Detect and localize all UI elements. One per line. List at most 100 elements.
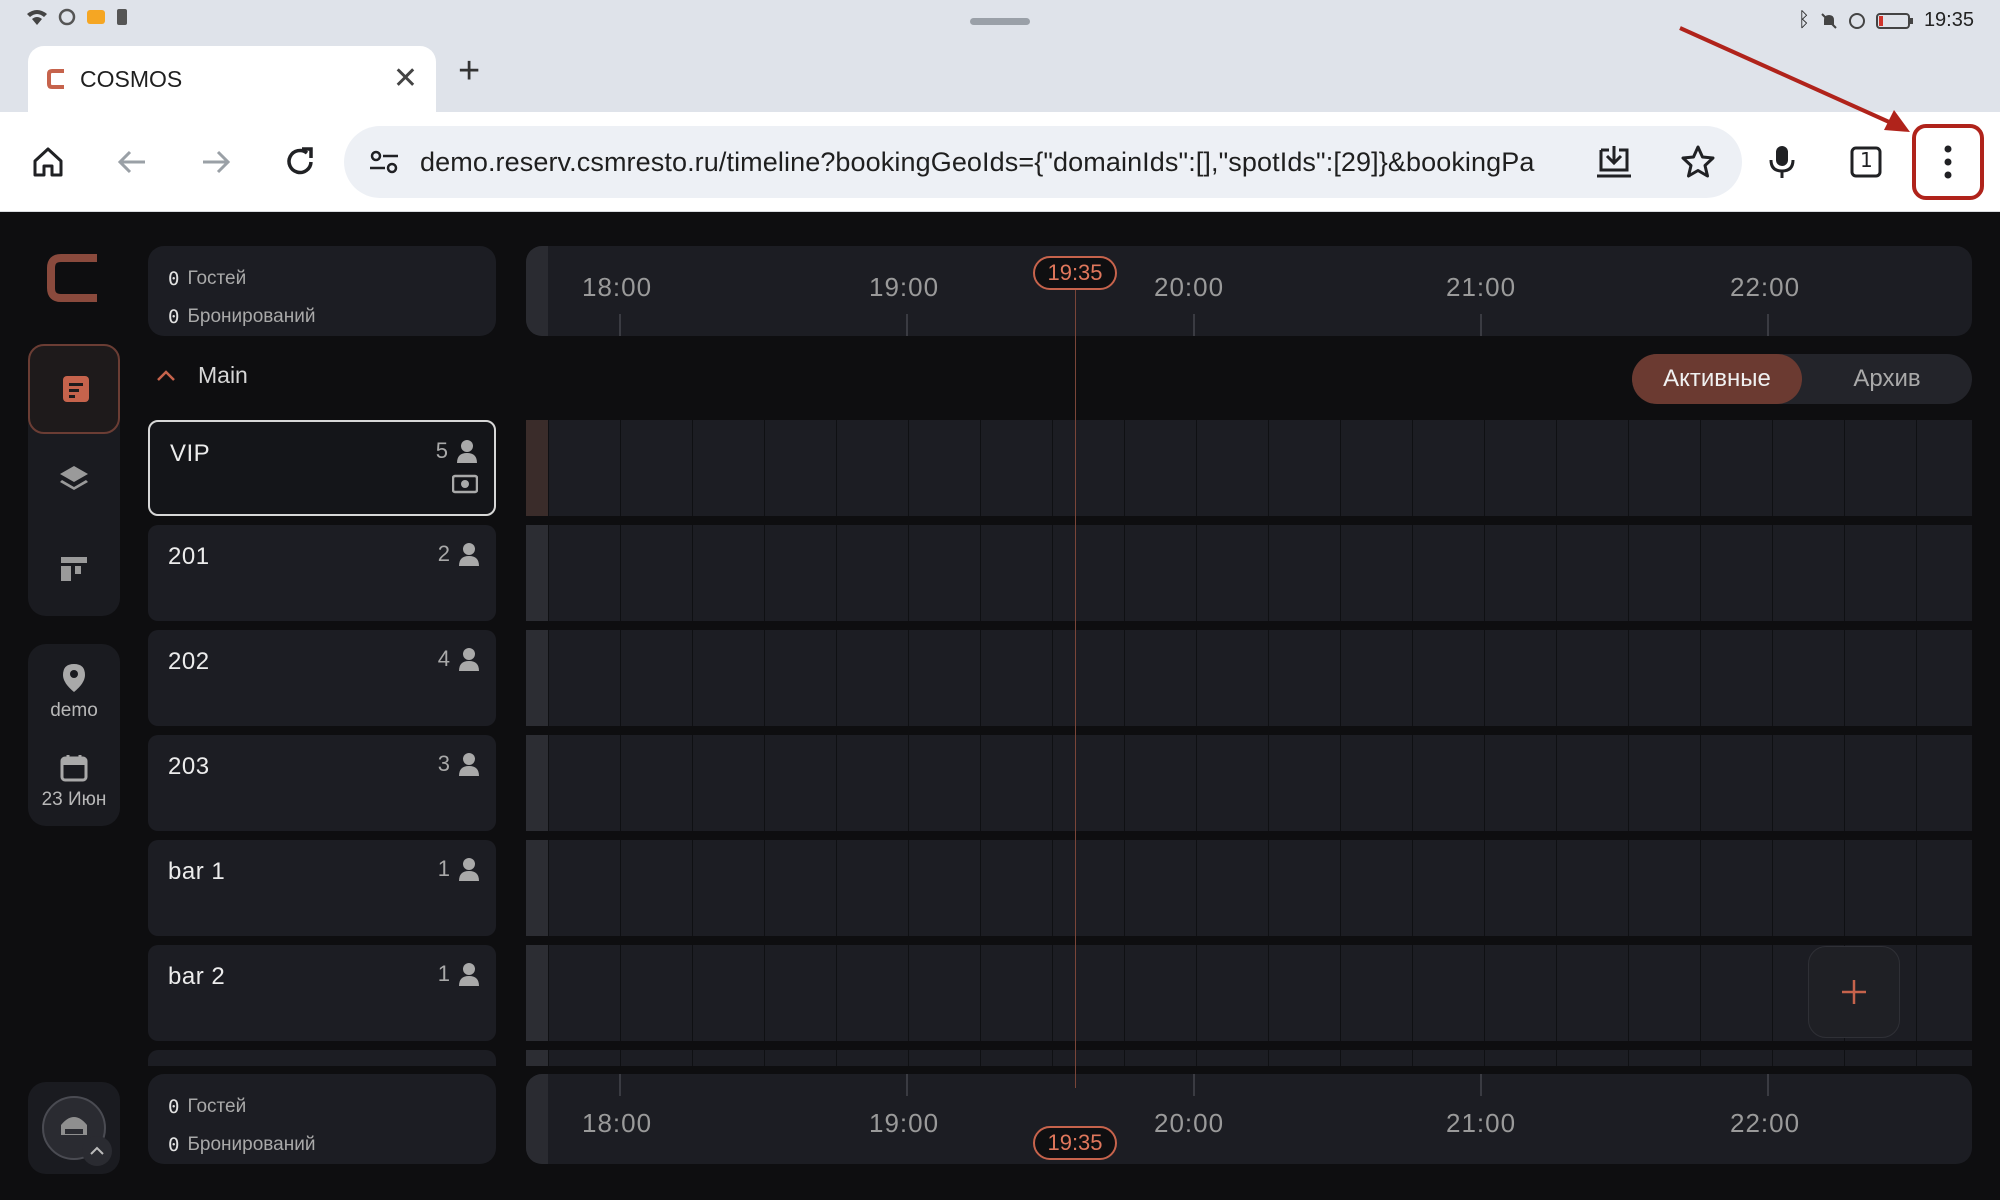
timeline-row-vip[interactable] xyxy=(526,420,1972,516)
grid-separator xyxy=(1628,525,1629,621)
nav-item-bookings[interactable] xyxy=(28,344,120,434)
grid-separator xyxy=(1916,735,1917,831)
grid-separator xyxy=(548,420,549,516)
browser-tab[interactable]: COSMOS ✕ xyxy=(28,46,436,112)
grid-separator xyxy=(1340,525,1341,621)
timeline-stripe xyxy=(526,246,548,336)
grid-separator xyxy=(1628,735,1629,831)
grid-separator xyxy=(908,945,909,1041)
grid-separator xyxy=(836,630,837,726)
grid-separator xyxy=(548,630,549,726)
menu-highlight-box xyxy=(1912,124,1984,200)
table-card-bar-2[interactable]: bar 2 1 xyxy=(148,945,496,1041)
filter-active-button[interactable]: Активные xyxy=(1632,354,1802,404)
address-bar[interactable]: demo.reserv.csmresto.ru/timeline?booking… xyxy=(344,126,1742,198)
grid-separator xyxy=(1196,840,1197,936)
table-card-bar-1[interactable]: bar 1 1 xyxy=(148,840,496,936)
grid-separator xyxy=(1412,1050,1413,1066)
table-name: 203 xyxy=(168,753,210,780)
grid-separator xyxy=(908,630,909,726)
capacity-value: 4 xyxy=(437,646,450,671)
guests-label: Гостей xyxy=(187,1096,247,1117)
nav-item-layers[interactable] xyxy=(28,436,120,522)
grid-separator xyxy=(1196,1050,1197,1066)
nav-item-board[interactable] xyxy=(28,526,120,612)
grid-separator xyxy=(1772,630,1773,726)
grid-separator xyxy=(764,945,765,1041)
new-tab-button[interactable]: + xyxy=(458,52,480,90)
grid-separator xyxy=(1556,420,1557,516)
table-card-vip[interactable]: VIP 5 xyxy=(148,420,496,516)
reload-button[interactable] xyxy=(270,132,330,192)
grid-separator xyxy=(1340,945,1341,1041)
hour-tick xyxy=(1767,1074,1769,1096)
table-capacity: 3 xyxy=(438,751,480,777)
table-card-201[interactable]: 201 2 xyxy=(148,525,496,621)
grid-separator xyxy=(548,945,549,1041)
grid-separator xyxy=(620,735,621,831)
hour-label: 19:00 xyxy=(869,272,940,302)
grid-separator xyxy=(1700,630,1701,726)
location-selector[interactable]: demo xyxy=(28,652,120,732)
grid-separator xyxy=(692,630,693,726)
grid-separator xyxy=(764,735,765,831)
tab-close-button[interactable]: ✕ xyxy=(393,64,418,94)
grid-separator xyxy=(908,735,909,831)
summary-top: 0 Гостей 0 Бронирований xyxy=(148,246,496,336)
timeline-row-203[interactable] xyxy=(526,735,1972,831)
deposit-icon xyxy=(451,474,479,499)
hour-label: 19:00 xyxy=(869,1108,940,1138)
plus-icon xyxy=(1842,980,1866,1004)
grid-separator xyxy=(1772,945,1773,1041)
user-menu[interactable] xyxy=(28,1082,120,1174)
guests-count: 0 xyxy=(168,268,180,290)
filter-archive-button[interactable]: Архив xyxy=(1802,354,1972,404)
timeline-row-201[interactable] xyxy=(526,525,1972,621)
grid-separator xyxy=(1772,420,1773,516)
table-card-203[interactable]: 203 3 xyxy=(148,735,496,831)
grid-separator xyxy=(1628,840,1629,936)
grid-separator xyxy=(1916,840,1917,936)
location-pin-icon xyxy=(63,664,85,692)
url-text[interactable]: demo.reserv.csmresto.ru/timeline?booking… xyxy=(420,147,1718,178)
back-arrow-icon xyxy=(117,150,145,174)
timeline-row-bar-1[interactable] xyxy=(526,840,1972,936)
window-drag-handle[interactable] xyxy=(970,18,1030,25)
grid-separator xyxy=(1556,945,1557,1041)
timeline-stripe xyxy=(526,1074,548,1164)
home-button[interactable] xyxy=(18,132,78,192)
grid-separator xyxy=(1772,1050,1773,1066)
grid-separator xyxy=(1196,735,1197,831)
site-settings-icon[interactable] xyxy=(368,148,400,176)
forward-button[interactable] xyxy=(186,132,246,192)
hour-tick xyxy=(619,1074,621,1096)
install-app-button[interactable] xyxy=(1584,132,1644,192)
timeline-row-202[interactable] xyxy=(526,630,1972,726)
grid-separator xyxy=(1196,945,1197,1041)
date-selector[interactable]: 23 Июн xyxy=(28,742,120,822)
grid-separator xyxy=(1196,630,1197,726)
grid-separator xyxy=(1052,1050,1053,1066)
grid-separator xyxy=(1844,735,1845,831)
guests-count: 0 xyxy=(168,1096,180,1118)
grid-separator xyxy=(620,840,621,936)
table-card-202[interactable]: 202 4 xyxy=(148,630,496,726)
microphone-icon xyxy=(1769,146,1795,178)
add-booking-button[interactable] xyxy=(1808,946,1900,1038)
grid-separator xyxy=(836,1050,837,1066)
grid-separator xyxy=(1052,525,1053,621)
person-icon xyxy=(459,648,479,671)
capacity-value: 1 xyxy=(437,856,450,881)
group-toggle[interactable]: Main xyxy=(156,362,248,389)
timeline-row-bar-2[interactable] xyxy=(526,945,1972,1041)
grid-separator xyxy=(620,945,621,1041)
grid-separator xyxy=(1700,525,1701,621)
grid-separator xyxy=(1268,420,1269,516)
grid-separator xyxy=(1052,420,1053,516)
location-label: demo xyxy=(50,700,98,721)
grid-separator xyxy=(1340,630,1341,726)
back-button[interactable] xyxy=(102,132,162,192)
grid-separator xyxy=(620,1050,621,1066)
capacity-value: 5 xyxy=(435,438,448,463)
layers-icon xyxy=(60,466,88,490)
